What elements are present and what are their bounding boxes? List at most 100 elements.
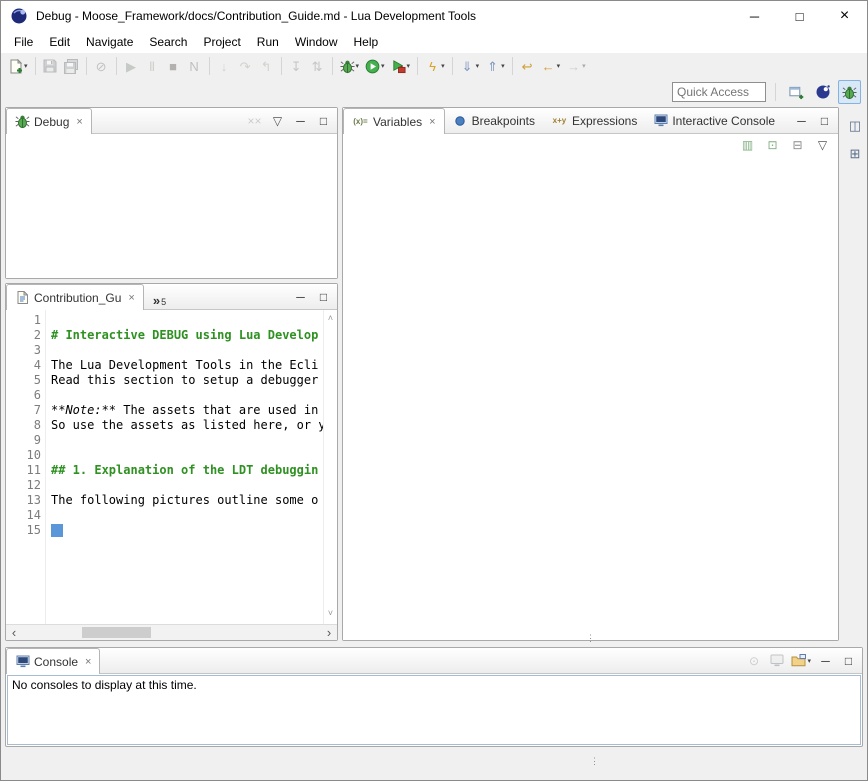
minimize-window-button[interactable]: ─ — [732, 1, 777, 31]
dropdown-arrow-icon[interactable]: ▾ — [441, 62, 445, 70]
code-line[interactable]: # Interactive DEBUG using Lua Develop — [51, 328, 323, 343]
dropdown-arrow-icon[interactable]: ▾ — [407, 62, 411, 70]
tab-interactive-console[interactable]: Interactive Console — [645, 108, 783, 133]
close-icon[interactable]: × — [76, 116, 82, 128]
debug-perspective-button[interactable] — [838, 80, 861, 104]
sash-handle[interactable]: ⋮ — [586, 634, 595, 643]
menu-project[interactable]: Project — [195, 33, 248, 51]
minimize-button[interactable]: ─ — [815, 650, 836, 671]
code-line[interactable] — [51, 313, 323, 328]
new-button[interactable]: ▾ — [5, 54, 31, 78]
code-line[interactable] — [51, 508, 323, 523]
dropdown-arrow-icon[interactable]: ▾ — [381, 62, 385, 70]
close-icon[interactable]: × — [85, 656, 91, 668]
view-menu-button[interactable]: ▽ — [812, 135, 833, 156]
code-line[interactable] — [51, 388, 323, 403]
restore-view-icon: ◫ — [848, 119, 863, 132]
drop-to-frame-button: ↧ — [286, 54, 307, 78]
search-button[interactable]: ϟ▾ — [422, 54, 448, 78]
maximize-button[interactable]: □ — [313, 286, 334, 307]
tab-variables[interactable]: (x)=Variables× — [343, 108, 445, 134]
menu-window[interactable]: Window — [287, 33, 346, 51]
scroll-right-button[interactable]: › — [321, 625, 337, 640]
tab-breakpoints[interactable]: Breakpoints — [445, 108, 543, 133]
dropdown-arrow-icon[interactable]: ▾ — [24, 62, 28, 70]
code-line[interactable] — [51, 448, 323, 463]
code-line[interactable]: **Note:** The assets that are used in — [51, 403, 323, 418]
pin-console-icon: ⊙ — [746, 655, 761, 667]
view-menu-icon: ▽ — [270, 115, 285, 127]
code-line[interactable] — [51, 523, 323, 538]
debug-perspective-icon — [842, 85, 857, 100]
show-logical-structure-button[interactable]: ⊡ — [762, 135, 783, 156]
code-line[interactable]: So use the assets as listed here, or y — [51, 418, 323, 433]
menu-run[interactable]: Run — [249, 33, 287, 51]
suspend-icon: Ⅱ — [145, 60, 160, 73]
tab-console[interactable]: Console× — [6, 648, 100, 674]
sash-handle[interactable]: ⋮ — [590, 757, 599, 766]
scroll-up-icon[interactable]: ˄ — [328, 312, 333, 327]
code-area[interactable]: # Interactive DEBUG using Lua Develop The… — [46, 310, 323, 624]
menu-navigate[interactable]: Navigate — [78, 33, 141, 51]
code-line[interactable]: ## 1. Explanation of the LDT debuggin — [51, 463, 323, 478]
annotation-ruler[interactable] — [6, 310, 17, 624]
external-tools-button[interactable]: ▾ — [388, 54, 414, 78]
scroll-down-icon[interactable]: ˅ — [328, 607, 333, 622]
dropdown-arrow-icon[interactable]: ▾ — [807, 657, 811, 665]
menu-file[interactable]: File — [6, 33, 41, 51]
scrollbar-thumb[interactable] — [82, 627, 151, 638]
close-icon[interactable]: × — [128, 292, 134, 304]
close-window-button[interactable]: × — [822, 1, 867, 31]
run-button[interactable]: ▾ — [362, 54, 388, 78]
horizontal-scrollbar[interactable]: ‹ › — [6, 624, 337, 640]
maximize-window-button[interactable]: □ — [777, 1, 822, 31]
restore-minimized-view-button[interactable]: ◫ — [845, 115, 865, 135]
code-line[interactable]: The following pictures outline some o — [51, 493, 323, 508]
maximize-button[interactable]: □ — [313, 110, 334, 131]
view-menu-button[interactable]: ▽ — [267, 110, 288, 131]
minimize-button[interactable]: ─ — [290, 286, 311, 307]
line-number-ruler[interactable]: 123456789101112131415 — [17, 310, 46, 624]
debug-button[interactable]: ▾ — [337, 54, 363, 78]
code-line[interactable] — [51, 343, 323, 358]
menu-edit[interactable]: Edit — [41, 33, 78, 51]
next-annotation-button[interactable]: ⇓▾ — [457, 54, 483, 78]
minimized-view-button[interactable]: ⊞ — [845, 143, 865, 163]
quick-access-input[interactable] — [672, 82, 766, 102]
dropdown-arrow-icon[interactable]: ▾ — [501, 62, 505, 70]
collapse-all-button[interactable]: ⊟ — [787, 135, 808, 156]
minimize-button[interactable]: ─ — [290, 110, 311, 131]
menu-help[interactable]: Help — [346, 33, 387, 51]
open-console-button[interactable]: ▾ — [789, 650, 813, 671]
code-line[interactable]: Read this section to setup a debugger — [51, 373, 323, 388]
dropdown-arrow-icon[interactable]: ▾ — [356, 62, 360, 70]
open-perspective-button[interactable] — [785, 80, 808, 104]
dropdown-arrow-icon[interactable]: ▾ — [557, 62, 561, 70]
code-line[interactable] — [51, 478, 323, 493]
code-line[interactable] — [51, 433, 323, 448]
dropdown-arrow-icon[interactable]: ▾ — [476, 62, 480, 70]
minimize-button[interactable]: ─ — [791, 110, 812, 131]
scroll-left-button[interactable]: ‹ — [6, 625, 22, 640]
show-columns-button[interactable]: ▥ — [737, 135, 758, 156]
maximize-button[interactable]: □ — [814, 110, 835, 131]
tab-contribution-gu[interactable]: Contribution_Gu× — [6, 284, 144, 310]
maximize-button[interactable]: □ — [838, 650, 859, 671]
lua-perspective-button[interactable] — [811, 80, 835, 104]
tab-expressions[interactable]: x+yExpressions — [543, 108, 645, 133]
app-logo-icon — [10, 7, 28, 25]
console-content[interactable]: No consoles to display at this time. — [7, 675, 861, 745]
tab-debug[interactable]: Debug× — [6, 108, 92, 134]
scrollbar-track[interactable] — [22, 625, 321, 640]
back-button[interactable]: ←▾ — [538, 54, 564, 78]
previous-annotation-button[interactable]: ⇑▾ — [482, 54, 508, 78]
last-edit-location-button[interactable]: ↩ — [517, 54, 538, 78]
overview-ruler[interactable]: ˄ ˅ — [323, 310, 337, 624]
line-number: 2 — [17, 328, 41, 343]
menu-search[interactable]: Search — [141, 33, 195, 51]
editor-tab-overflow-button[interactable]: » 5 — [144, 284, 175, 309]
code-line[interactable]: The Lua Development Tools in the Ecli — [51, 358, 323, 373]
variables-content[interactable] — [343, 156, 838, 640]
debug-view-content[interactable] — [6, 134, 337, 278]
close-icon[interactable]: × — [429, 116, 435, 128]
